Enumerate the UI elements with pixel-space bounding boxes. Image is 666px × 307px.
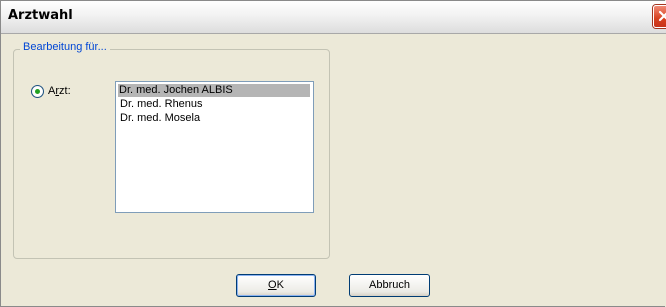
title-bar[interactable]: Arztwahl [1, 1, 666, 34]
dialog-window: Arztwahl Bearbeitung für... Arzt: Dr. me… [0, 0, 666, 307]
arzt-radio-label[interactable]: Arzt: [48, 85, 71, 97]
group-legend: Bearbeitung für... [20, 41, 110, 53]
radio-selected-dot [35, 89, 40, 94]
list-item[interactable]: Dr. med. Mosela [119, 112, 200, 125]
ok-button[interactable]: OK [236, 274, 316, 297]
doctor-listbox[interactable]: Dr. med. Jochen ALBIS Dr. med. Rhenus Dr… [115, 81, 314, 213]
cancel-button[interactable]: Abbruch [349, 274, 430, 297]
close-button[interactable] [653, 5, 666, 28]
list-item[interactable]: Dr. med. Rhenus [119, 98, 203, 111]
window-title: Arztwahl [8, 8, 73, 23]
arzt-radio[interactable] [31, 85, 44, 98]
list-item[interactable]: Dr. med. Jochen ALBIS [118, 84, 310, 97]
close-icon [658, 10, 666, 22]
